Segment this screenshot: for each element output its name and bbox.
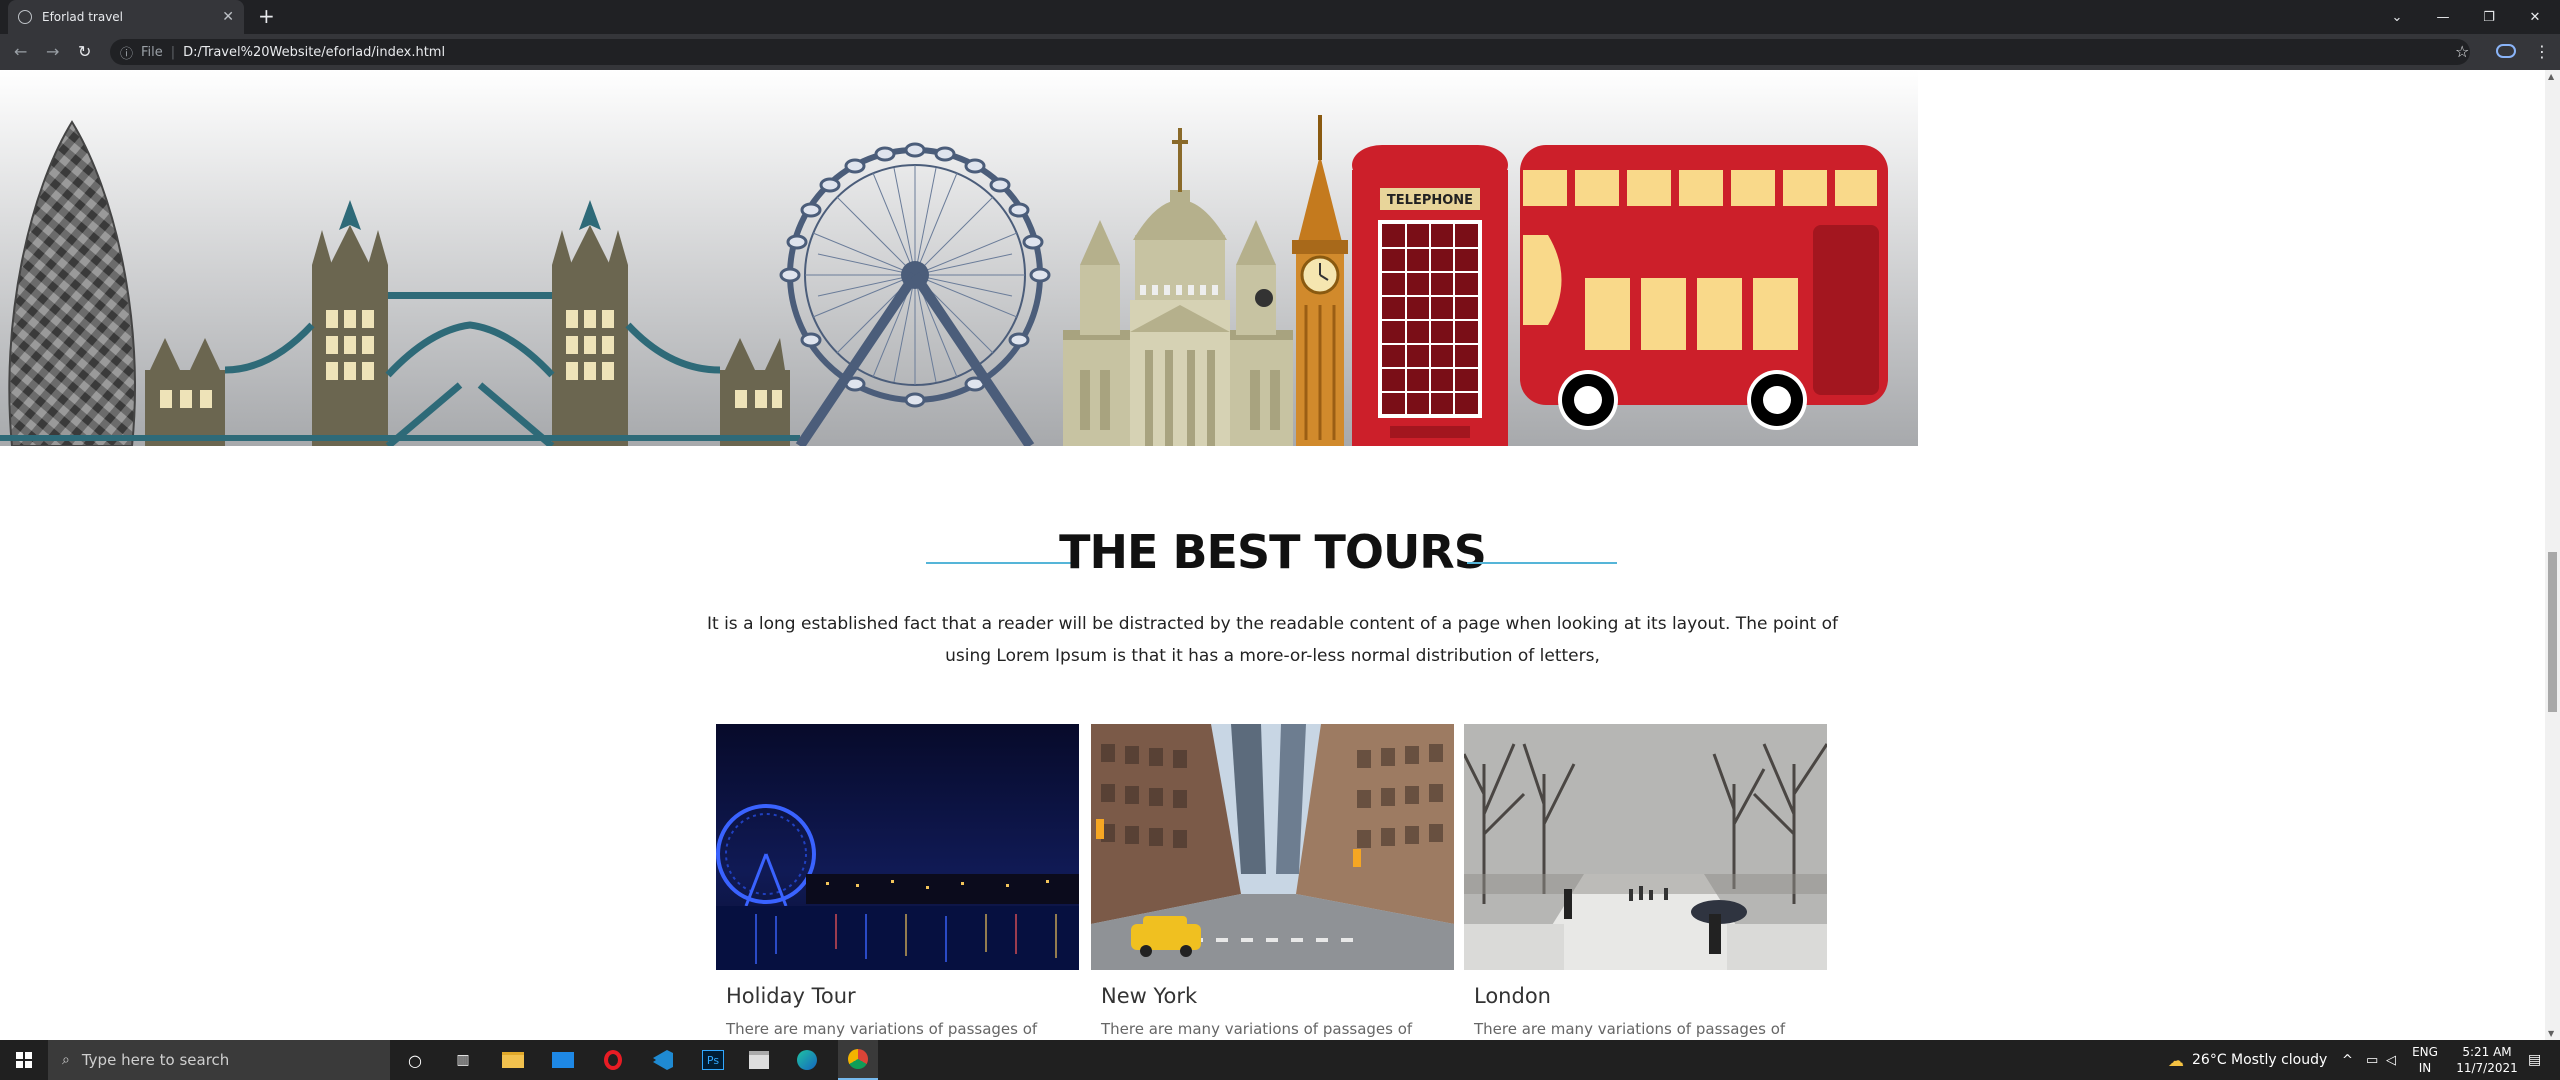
- store-icon[interactable]: [742, 1040, 776, 1080]
- clock-date: 11/7/2021: [2456, 1061, 2518, 1075]
- opera-icon[interactable]: [596, 1040, 630, 1080]
- volume-icon[interactable]: ◁: [2386, 1040, 2396, 1080]
- new-tab-button[interactable]: +: [258, 6, 275, 26]
- notification-icon[interactable]: ▤: [2528, 1040, 2541, 1080]
- browser-tab[interactable]: Eforlad travel ✕: [8, 0, 244, 34]
- close-window-button[interactable]: ✕: [2512, 0, 2558, 34]
- tab-search-icon[interactable]: ⌄: [2374, 0, 2420, 34]
- globe-icon: [18, 10, 32, 24]
- mail-icon[interactable]: [546, 1040, 580, 1080]
- language-code: ENG: [2412, 1045, 2438, 1059]
- reload-icon[interactable]: ↻: [78, 42, 91, 61]
- cortana-icon[interactable]: ○: [398, 1040, 432, 1080]
- section-lead-paragraph: It is a long established fact that a rea…: [707, 614, 1838, 666]
- page-viewport: TELEPHONE THE BEST TOURS It is a long es…: [0, 70, 2545, 1040]
- page-scrollbar[interactable]: ▲ ▼: [2545, 70, 2560, 1040]
- forward-arrow-icon[interactable]: →: [46, 42, 59, 61]
- london-image[interactable]: [1464, 724, 1827, 970]
- windows-start-icon[interactable]: [0, 1040, 48, 1080]
- scroll-up-arrow-icon[interactable]: ▲: [2548, 72, 2554, 81]
- scroll-down-arrow-icon[interactable]: ▼: [2548, 1029, 2554, 1038]
- tab-title: Eforlad travel: [42, 10, 124, 24]
- tour-card[interactable]: Holiday Tour There are many variations o…: [716, 724, 1079, 1038]
- scrollbar-thumb[interactable]: [2548, 552, 2557, 712]
- restore-button[interactable]: ❐: [2466, 0, 2512, 34]
- browser-tabbar: Eforlad travel ✕ + ⌄ — ❐ ✕: [0, 0, 2560, 34]
- tour-card[interactable]: London There are many variations of pass…: [1464, 724, 1827, 1038]
- taskbar-search-box[interactable]: ⌕ Type here to search: [48, 1040, 390, 1080]
- back-arrow-icon[interactable]: ←: [14, 42, 27, 61]
- card-title[interactable]: London: [1464, 984, 1827, 1008]
- address-bar[interactable]: ⓘ File | D:/Travel%20Website/eforlad/ind…: [110, 39, 2470, 65]
- address-separator: |: [170, 44, 176, 60]
- chrome-icon[interactable]: [838, 1040, 878, 1080]
- network-icon[interactable]: ▭: [2366, 1040, 2378, 1080]
- vscode-icon[interactable]: [646, 1040, 680, 1080]
- card-title[interactable]: New York: [1091, 984, 1454, 1008]
- language-indicator[interactable]: ENG IN: [2402, 1044, 2448, 1076]
- system-clock[interactable]: 5:21 AM 11/7/2021: [2452, 1044, 2522, 1076]
- info-icon[interactable]: ⓘ: [120, 43, 133, 62]
- holiday-tour-image[interactable]: [716, 724, 1079, 970]
- clock-time: 5:21 AM: [2462, 1045, 2512, 1059]
- edge-icon[interactable]: [790, 1040, 824, 1080]
- card-description: There are many variations of passages of: [1101, 1020, 1413, 1038]
- weather-widget[interactable]: ☁ 26°C Mostly cloudy: [2168, 1040, 2327, 1080]
- bookmark-star-icon[interactable]: ☆: [2455, 42, 2469, 61]
- extension-icon[interactable]: [2496, 44, 2516, 58]
- photoshop-icon[interactable]: Ps: [696, 1040, 730, 1080]
- minimize-button[interactable]: —: [2420, 0, 2466, 34]
- search-icon: ⌕: [62, 1052, 70, 1068]
- browser-menu-icon[interactable]: ⋮: [2534, 42, 2550, 61]
- card-description: There are many variations of passages of: [1474, 1020, 1786, 1038]
- card-title[interactable]: Holiday Tour: [716, 984, 1079, 1008]
- cloudy-weather-icon: ☁: [2168, 1050, 2184, 1070]
- london-skyline-banner: TELEPHONE: [0, 70, 1918, 446]
- file-label: File: [141, 44, 163, 60]
- task-view-icon[interactable]: ▥: [446, 1040, 480, 1080]
- close-tab-icon[interactable]: ✕: [222, 9, 234, 25]
- file-explorer-icon[interactable]: [496, 1040, 530, 1080]
- weather-text: 26°C Mostly cloudy: [2192, 1052, 2328, 1068]
- telephone-label: TELEPHONE: [1387, 193, 1473, 208]
- new-york-image[interactable]: [1091, 724, 1454, 970]
- heading-rule-right: [1467, 562, 1617, 564]
- language-region: IN: [2418, 1061, 2432, 1075]
- url-text[interactable]: D:/Travel%20Website/eforlad/index.html: [183, 45, 445, 60]
- tray-chevron-icon[interactable]: ^: [2342, 1040, 2353, 1080]
- card-description: There are many variations of passages of: [726, 1020, 1038, 1038]
- tour-card[interactable]: New York There are many variations of pa…: [1091, 724, 1454, 1038]
- search-placeholder: Type here to search: [81, 1051, 230, 1069]
- section-title: THE BEST TOURS: [1059, 525, 1487, 579]
- browser-toolbar: ← → ↻ ⓘ File | D:/Travel%20Website/eforl…: [0, 34, 2560, 70]
- windows-taskbar: ⌕ Type here to search ○ ▥ Ps ☁ 26°C Most…: [0, 1040, 2560, 1080]
